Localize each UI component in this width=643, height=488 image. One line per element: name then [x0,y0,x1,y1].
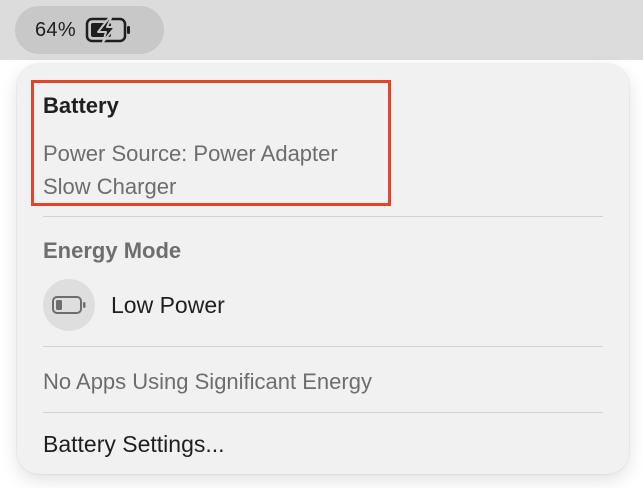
low-power-label: Low Power [111,291,225,318]
divider [43,346,603,347]
apps-energy-status: No Apps Using Significant Energy [43,369,372,394]
menu-bar: 64% [0,0,643,60]
divider [43,412,603,413]
low-battery-icon [52,296,86,314]
power-source-text: Power Source: Power Adapter [43,141,338,166]
energy-mode-heading: Energy Mode [43,238,182,263]
divider [43,216,603,217]
low-power-button[interactable] [43,279,95,331]
battery-settings-item[interactable]: Battery Settings... [43,431,225,458]
battery-heading: Battery [43,93,119,118]
battery-percentage: 64% [35,18,76,41]
charger-text: Slow Charger [43,174,177,199]
low-power-toggle[interactable]: Low Power [43,279,225,331]
battery-menu-extra[interactable]: 64% [15,6,164,54]
battery-charging-icon [85,17,133,43]
